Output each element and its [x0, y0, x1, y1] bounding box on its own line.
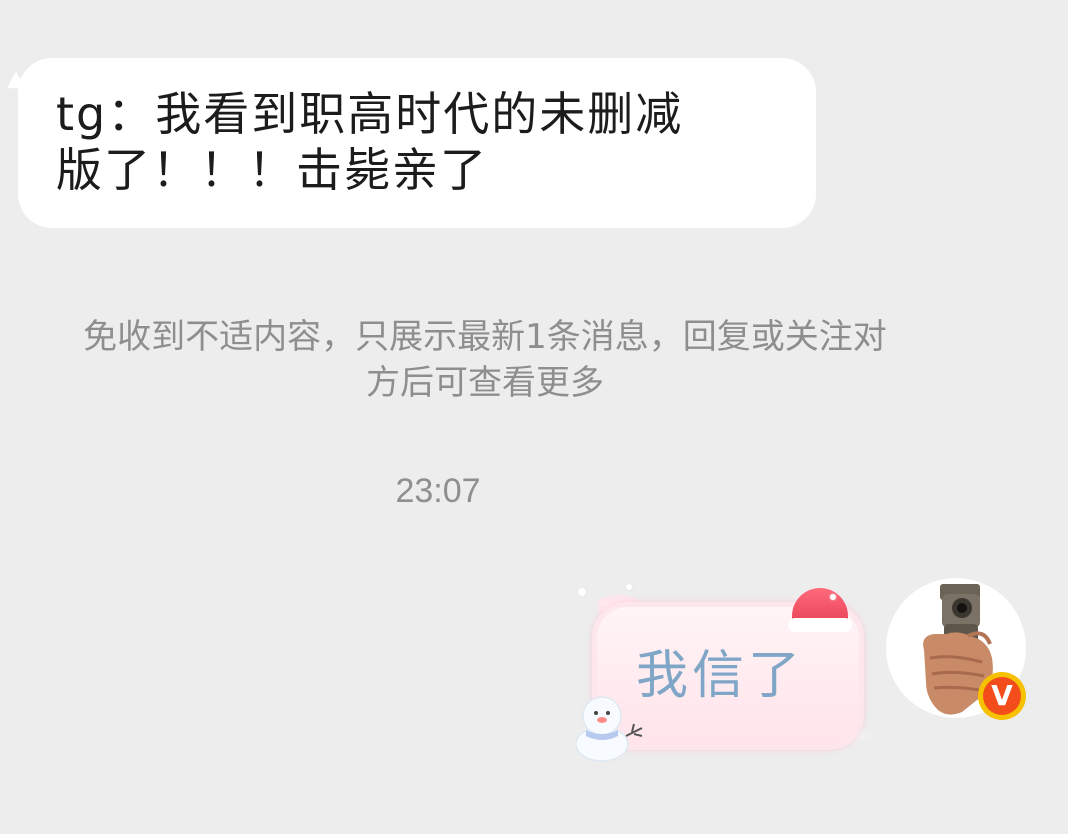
system-notice: 免收到不适内容，只展示最新1条消息，回复或关注对 方后可查看更多	[0, 314, 990, 406]
incoming-message-line-1: tg：我看到职高时代的未删减	[56, 87, 684, 141]
incoming-message-line-2: 版了！！！击毙亲了	[56, 143, 488, 197]
snowman-icon	[575, 696, 643, 762]
santa-hat-icon	[788, 588, 852, 632]
incoming-message-bubble[interactable]: tg：我看到职高时代的未删减 版了！！！击毙亲了	[18, 58, 816, 228]
outgoing-message-text: 我信了	[636, 646, 805, 706]
verified-badge-icon: V	[978, 672, 1026, 720]
message-timestamp: 23:07	[395, 472, 481, 510]
incoming-message-text: tg：我看到职高时代的未删减 版了！！！击毙亲了	[56, 86, 780, 198]
outgoing-message-bubble[interactable]: 我信了	[575, 584, 878, 762]
system-notice-line-1: 免收到不适内容，只展示最新1条消息，回复或关注对	[83, 317, 887, 357]
sparkle-icon	[830, 594, 836, 600]
system-notice-line-2: 方后可查看更多	[366, 363, 604, 403]
verified-badge-label: V	[983, 677, 1021, 715]
sparkle-icon	[578, 588, 586, 596]
sparkle-icon	[626, 584, 632, 590]
